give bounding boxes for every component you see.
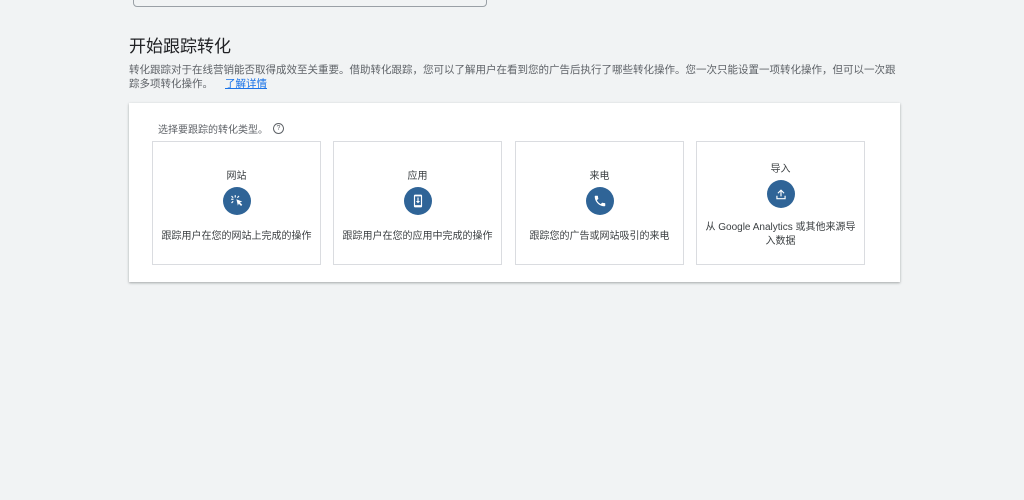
card-label: 选择要跟踪的转化类型。 ?: [158, 121, 284, 136]
tile-title: 网站: [226, 171, 247, 182]
page-description: 转化跟踪对于在线营销能否取得成效至关重要。借助转化跟踪，您可以了解用户在看到您的…: [129, 63, 899, 91]
tile-description: 跟踪用户在您的网站上完成的操作: [161, 231, 312, 242]
tile-description: 跟踪您的广告或网站吸引的来电: [529, 231, 670, 242]
cursor-click-icon: [222, 187, 251, 215]
tile-import[interactable]: 导入 从 Google Analytics 或其他来源导入数据: [696, 141, 865, 265]
phone-call-icon: [585, 187, 614, 215]
tile-title: 应用: [407, 171, 428, 182]
card-label-text: 选择要跟踪的转化类型。: [158, 125, 268, 136]
tile-description: 从 Google Analytics 或其他来源导入数据: [705, 222, 856, 247]
tile-description: 跟踪用户在您的应用中完成的操作: [342, 231, 493, 242]
upload-icon: [766, 180, 795, 208]
tile-app[interactable]: 应用 跟踪用户在您的应用中完成的操作: [333, 141, 502, 265]
top-input-field[interactable]: [133, 0, 487, 7]
conversion-type-card: 选择要跟踪的转化类型。 ? 网站 跟踪用户在您的网站上完成的操作 应用 跟踪用户…: [129, 103, 900, 282]
page-title: 开始跟踪转化: [129, 37, 231, 56]
tile-calls[interactable]: 来电 跟踪您的广告或网站吸引的来电: [515, 141, 684, 265]
tile-title: 导入: [770, 164, 791, 175]
phone-download-icon: [403, 187, 432, 215]
learn-more-link[interactable]: 了解详情: [225, 78, 267, 90]
help-icon[interactable]: ?: [273, 123, 284, 134]
tile-website[interactable]: 网站 跟踪用户在您的网站上完成的操作: [152, 141, 321, 265]
tile-title: 来电: [589, 171, 610, 182]
